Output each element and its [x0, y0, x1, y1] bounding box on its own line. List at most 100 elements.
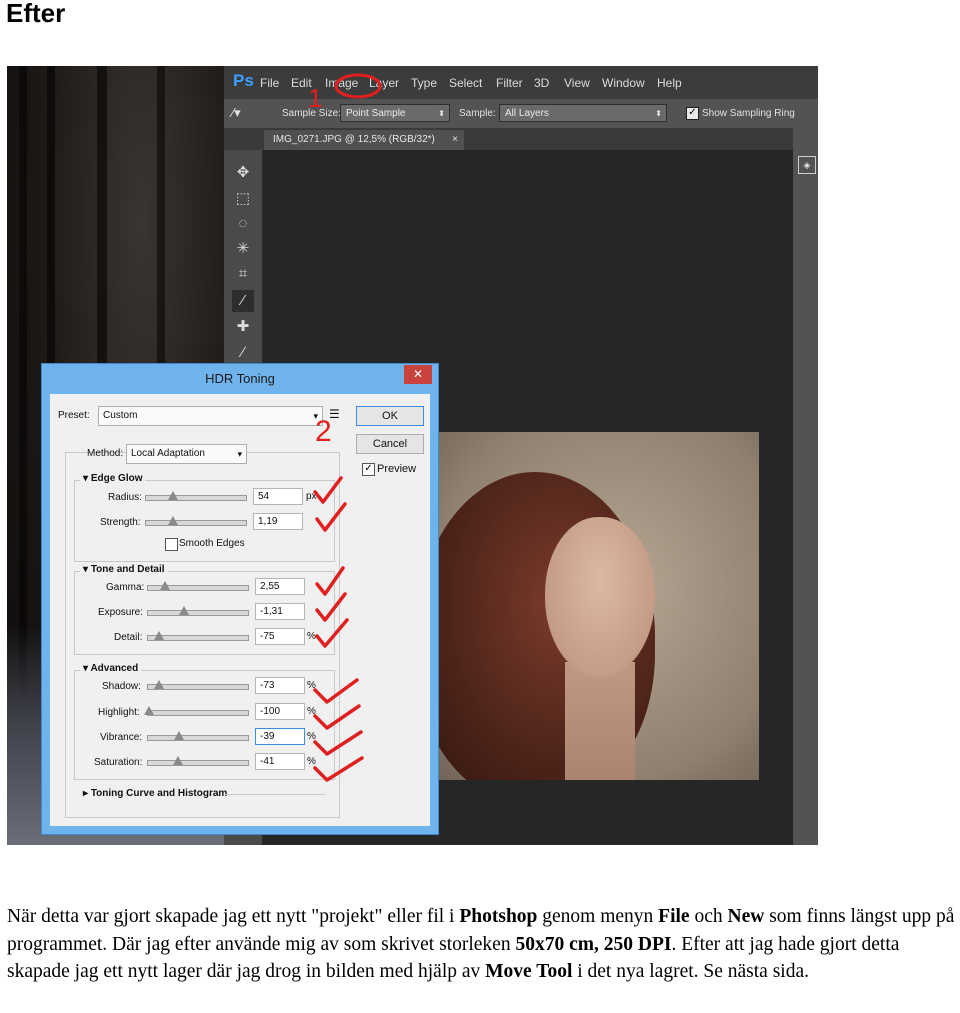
radius-slider[interactable] [145, 491, 247, 501]
advanced-title[interactable]: ▾ Advanced [80, 663, 142, 674]
detail-label: Detail: [114, 632, 143, 643]
document-tab-bar: IMG_0271.JPG @ 12,5% (RGB/32*) × [224, 128, 818, 150]
document-tab-label: IMG_0271.JPG @ 12,5% (RGB/32*) [273, 134, 435, 145]
slider-thumb[interactable] [173, 756, 183, 765]
move-tool-icon[interactable]: ✥ [232, 162, 254, 184]
strength-field[interactable]: 1,19 [253, 513, 303, 530]
tone-detail-title[interactable]: ▾ Tone and Detail [80, 564, 168, 575]
menu-3d[interactable]: 3D [534, 76, 549, 90]
page-heading: Efter [6, 0, 66, 28]
annotation-number-1: 1 [308, 83, 323, 113]
vibrance-label: Vibrance: [100, 732, 143, 743]
portrait-photo [435, 432, 759, 780]
slider-thumb[interactable] [144, 706, 154, 715]
annotation-number-2: 2 [315, 415, 332, 448]
paragraph-text: i det nya lagret. Se nästa sida. [572, 961, 809, 982]
menu-view[interactable]: View [564, 76, 590, 90]
slider-thumb[interactable] [154, 680, 164, 689]
preset-label: Preset: [58, 410, 90, 421]
crop-tool-icon[interactable]: ⌗ [232, 263, 254, 285]
shadow-field[interactable]: -73 [255, 677, 305, 694]
right-panel: ◈ [793, 128, 818, 845]
paragraph-bold: File [658, 906, 690, 927]
eyedropper-tool-icon[interactable]: ⁄ [232, 290, 254, 312]
tone-detail-title-text: Tone and Detail [90, 564, 165, 575]
menu-help[interactable]: Help [657, 76, 682, 90]
red-circle-annotation [334, 73, 382, 99]
paragraph-bold: Move Tool [485, 961, 573, 982]
saturation-slider[interactable] [147, 756, 249, 766]
close-dialog-icon[interactable]: ✕ [404, 365, 432, 384]
edge-glow-title[interactable]: ▾ Edge Glow [80, 473, 146, 484]
select-arrow-icon: ⬍ [438, 109, 445, 118]
close-tab-icon[interactable]: × [452, 130, 458, 150]
menu-window[interactable]: Window [602, 76, 645, 90]
face [545, 517, 655, 677]
shadow-slider[interactable] [147, 680, 249, 690]
edge-glow-title-text: Edge Glow [90, 473, 143, 484]
detail-slider[interactable] [147, 631, 249, 641]
paragraph-text: När detta var gjort skapade jag ett nytt… [7, 906, 460, 927]
eyedropper-icon[interactable]: ⁄▾ [232, 105, 241, 121]
show-sampling-ring-checkbox[interactable]: ✓ [686, 107, 699, 120]
cancel-button[interactable]: Cancel [356, 434, 424, 454]
document-tab[interactable]: IMG_0271.JPG @ 12,5% (RGB/32*) × [264, 130, 464, 150]
highlight-field[interactable]: -100 [255, 703, 305, 720]
saturation-field[interactable]: -41 [255, 753, 305, 770]
menu-type[interactable]: Type [411, 76, 437, 90]
slider-thumb[interactable] [154, 631, 164, 640]
highlight-label: Highlight: [98, 707, 140, 718]
neck [565, 662, 635, 780]
photoshop-logo: Ps [233, 71, 254, 90]
paragraph-bold: Photshop [459, 906, 538, 927]
toning-curve-toggle[interactable]: ▸ Toning Curve and Histogram [80, 788, 231, 799]
marquee-tool-icon[interactable]: ⬚ [232, 188, 254, 210]
slider-thumb[interactable] [168, 516, 178, 525]
select-arrow-icon: ⬍ [655, 109, 662, 118]
gamma-slider[interactable] [147, 581, 249, 591]
method-label: Method: [87, 448, 124, 459]
exposure-slider[interactable] [147, 606, 249, 616]
lasso-tool-icon[interactable]: ◌ [232, 213, 254, 235]
paragraph-text: och [689, 906, 728, 927]
slider-thumb[interactable] [174, 731, 184, 740]
panel-3d-icon[interactable]: ◈ [798, 156, 816, 174]
method-value: Local Adaptation [131, 448, 205, 459]
menu-select[interactable]: Select [449, 76, 482, 90]
menu-file[interactable]: File [260, 76, 279, 90]
toning-curve-label: Toning Curve and Histogram [90, 788, 228, 799]
dialog-title: HDR Toning [205, 371, 275, 386]
chevron-down-icon: ▾ [237, 449, 242, 459]
ok-button[interactable]: OK [356, 406, 424, 426]
radius-field[interactable]: 54 [253, 488, 303, 505]
brush-tool-icon[interactable]: ∕ [232, 342, 254, 364]
sample-value: All Layers [505, 108, 549, 119]
vibrance-field[interactable]: -39 [255, 728, 305, 745]
show-sampling-ring-label: Show Sampling Ring [702, 108, 795, 119]
hdr-toning-dialog: HDR Toning ✕ Preset: Custom ▾ ☰ OK Cancel… [41, 363, 439, 835]
smooth-edges-checkbox[interactable] [165, 538, 178, 551]
preview-label: Preview [377, 463, 417, 475]
sample-select[interactable]: All Layers ⬍ [499, 104, 667, 122]
healing-brush-tool-icon[interactable]: ✚ [232, 316, 254, 338]
gamma-label: Gamma: [106, 582, 145, 593]
magic-wand-tool-icon[interactable]: ✳ [232, 238, 254, 260]
menu-filter[interactable]: Filter [496, 76, 523, 90]
slider-thumb[interactable] [160, 581, 170, 590]
gamma-field[interactable]: 2,55 [255, 578, 305, 595]
highlight-slider[interactable] [144, 706, 249, 716]
strength-slider[interactable] [145, 516, 247, 526]
slider-thumb[interactable] [179, 606, 189, 615]
sample-size-select[interactable]: Point Sample ⬍ [340, 104, 450, 122]
method-select[interactable]: Local Adaptation ▾ [126, 444, 247, 464]
vibrance-slider[interactable] [147, 731, 249, 741]
saturation-label: Saturation: [94, 757, 143, 768]
exposure-field[interactable]: -1,31 [255, 603, 305, 620]
paragraph-text: genom menyn [537, 906, 659, 927]
red-checkmarks-annotation [313, 476, 364, 782]
detail-field[interactable]: -75 [255, 628, 305, 645]
preset-select[interactable]: Custom ▾ [98, 406, 323, 426]
radius-label: Radius: [108, 492, 142, 503]
advanced-title-text: Advanced [90, 663, 139, 674]
slider-thumb[interactable] [168, 491, 178, 500]
